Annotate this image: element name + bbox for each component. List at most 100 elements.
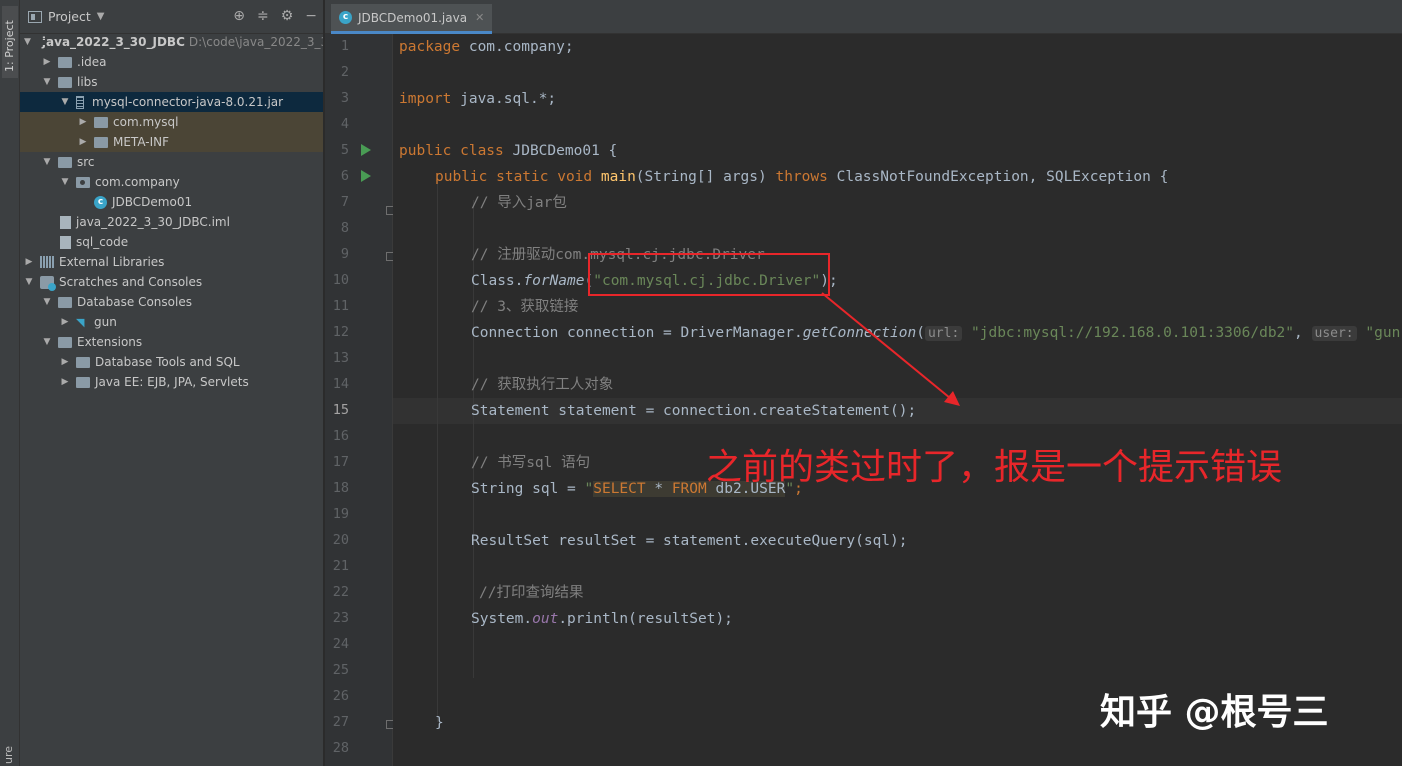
collapse-all-icon[interactable]: ≑ [257, 8, 269, 24]
tree-item-label: java_2022_3_30_JDBC.iml [76, 215, 230, 229]
tree-item-external-libraries[interactable]: ▶ External Libraries [20, 252, 323, 272]
tree-item-database-consoles[interactable]: ▼ Database Consoles [20, 292, 323, 312]
jar-icon [76, 95, 84, 109]
tree-item-path: D:\code\java_2022_3_30 [188, 35, 324, 49]
project-tool-tab[interactable]: 1: Project [2, 6, 18, 78]
code-comment: // 导入jar包 [471, 195, 567, 211]
editor-tab-label: JDBCDemo01.java [358, 10, 468, 25]
chevron-down-icon[interactable]: ▼ [24, 37, 31, 47]
gear-icon[interactable]: ⚙ [281, 8, 294, 24]
run-class-icon[interactable] [361, 144, 371, 156]
chevron-down-icon[interactable]: ▼ [97, 11, 105, 22]
tree-item-label: com.mysql [113, 115, 179, 129]
line-number: 20 [332, 532, 349, 548]
structure-tool-tab[interactable]: ure [2, 746, 15, 764]
chevron-right-icon[interactable]: ▶ [78, 137, 88, 147]
editor-tab-bar: c JDBCDemo01.java ✕ [325, 0, 1402, 34]
code-line: public class JDBCDemo01 { [399, 143, 618, 159]
code-line: public static void main(String[] args) t… [435, 169, 1169, 185]
tree-item-label: Java EE: EJB, JPA, Servlets [95, 375, 249, 389]
line-number: 18 [332, 480, 349, 496]
tree-item-com-company[interactable]: ▼ com.company [20, 172, 323, 192]
folder-icon [76, 356, 90, 368]
watermark: 知乎 @根号三 [1100, 692, 1329, 733]
chevron-down-icon[interactable]: ▼ [60, 97, 70, 107]
project-panel-header: Project ▼ ⊕ ≑ ⚙ − [20, 0, 323, 34]
line-number: 26 [332, 688, 349, 704]
tool-window-strip: 1: Project ure [0, 0, 20, 766]
chevron-right-icon[interactable]: ▶ [42, 57, 52, 67]
close-icon[interactable]: ✕ [475, 11, 484, 24]
project-panel-title[interactable]: Project [48, 9, 91, 24]
line-number: 12 [332, 324, 349, 340]
tree-item-meta-inf[interactable]: ▶ META-INF [20, 132, 323, 152]
code-line-current: Statement statement = connection.createS… [471, 403, 917, 419]
tree-item-project-root[interactable]: ▼ java_2022_3_30_JDBC D:\code\java_2022_… [20, 32, 324, 52]
line-number: 9 [340, 246, 349, 262]
tree-item-label: External Libraries [59, 255, 165, 269]
tree-item-java-ee[interactable]: ▶ Java EE: EJB, JPA, Servlets [20, 372, 323, 392]
chevron-right-icon[interactable]: ▶ [78, 117, 88, 127]
line-number: 15 [332, 402, 349, 418]
tree-item-label: Scratches and Consoles [59, 275, 203, 289]
run-main-icon[interactable] [361, 170, 371, 182]
tree-item-label: java_2022_3_30_JDBC [41, 35, 185, 49]
tree-item-com-mysql[interactable]: ▶ com.mysql [20, 112, 323, 132]
annotation-text: 之前的类过时了，报是一个提示错误 [706, 447, 1283, 488]
chevron-down-icon[interactable]: ▼ [42, 157, 52, 167]
line-number: 24 [332, 636, 349, 652]
chevron-down-icon[interactable]: ▼ [42, 337, 52, 347]
code-comment: //打印查询结果 [479, 585, 584, 601]
tree-item-database-tools[interactable]: ▶ Database Tools and SQL [20, 352, 323, 372]
tree-item-label: gun [94, 315, 117, 329]
line-number: 5 [340, 142, 349, 158]
folder-icon [94, 116, 108, 128]
chevron-down-icon[interactable]: ▼ [24, 277, 34, 287]
tree-item-label: Extensions [77, 335, 143, 349]
line-number: 28 [332, 740, 349, 756]
tree-item-gun[interactable]: ▶ ◥ gun [20, 312, 323, 332]
tree-item-sql-code[interactable]: sql_code [20, 232, 323, 252]
chevron-right-icon[interactable]: ▶ [24, 257, 34, 267]
folder-icon [58, 76, 72, 88]
parameter-hint: url: [924, 326, 963, 341]
line-number: 8 [340, 220, 349, 236]
code-line: package com.company; [399, 39, 574, 55]
tree-item-extensions[interactable]: ▼ Extensions [20, 332, 323, 352]
project-panel-toolbar: ⊕ ≑ ⚙ − [233, 8, 317, 24]
tree-item-scratches[interactable]: ▼ Scratches and Consoles [20, 272, 323, 292]
folder-icon [76, 376, 90, 388]
tree-item-jdbcdemo01[interactable]: c JDBCDemo01 [20, 192, 323, 212]
chevron-right-icon[interactable]: ▶ [60, 357, 70, 367]
line-number: 16 [332, 428, 349, 444]
code-line: Connection connection = DriverManager.ge… [471, 325, 1402, 341]
tree-item-label: com.company [95, 175, 180, 189]
tree-item-mysql-jar[interactable]: ▼ mysql-connector-java-8.0.21.jar [20, 92, 323, 112]
project-tool-tab-label: 1: Project [3, 20, 16, 72]
line-number: 25 [332, 662, 349, 678]
chevron-right-icon[interactable]: ▶ [60, 377, 70, 387]
code-comment: // 获取执行工人对象 [471, 377, 614, 393]
tree-item-label: JDBCDemo01 [112, 195, 193, 209]
chevron-down-icon[interactable]: ▼ [42, 297, 52, 307]
folder-icon [58, 56, 72, 68]
code-line: } [435, 715, 444, 731]
iml-file-icon [60, 215, 71, 229]
line-number: 27 [332, 714, 349, 730]
line-number: 2 [340, 64, 349, 80]
java-class-icon: c [339, 11, 352, 24]
chevron-right-icon[interactable]: ▶ [60, 317, 70, 327]
tree-item-src[interactable]: ▼ src [20, 152, 323, 172]
tree-item-idea[interactable]: ▶ .idea [20, 52, 323, 72]
tree-item-libs[interactable]: ▼ libs [20, 72, 323, 92]
chevron-down-icon[interactable]: ▼ [60, 177, 70, 187]
chevron-down-icon[interactable]: ▼ [42, 77, 52, 87]
indent-guide [437, 174, 438, 722]
locate-icon[interactable]: ⊕ [233, 8, 245, 24]
code-editor[interactable]: package com.company; import java.sql.*; … [393, 34, 1402, 766]
tree-item-iml[interactable]: java_2022_3_30_JDBC.iml [20, 212, 323, 232]
minimize-icon[interactable]: − [305, 8, 317, 24]
code-comment: // 书写sql 语句 [471, 455, 591, 471]
editor-tab-jdbcdemo01[interactable]: c JDBCDemo01.java ✕ [331, 4, 493, 34]
line-number: 11 [332, 298, 349, 314]
